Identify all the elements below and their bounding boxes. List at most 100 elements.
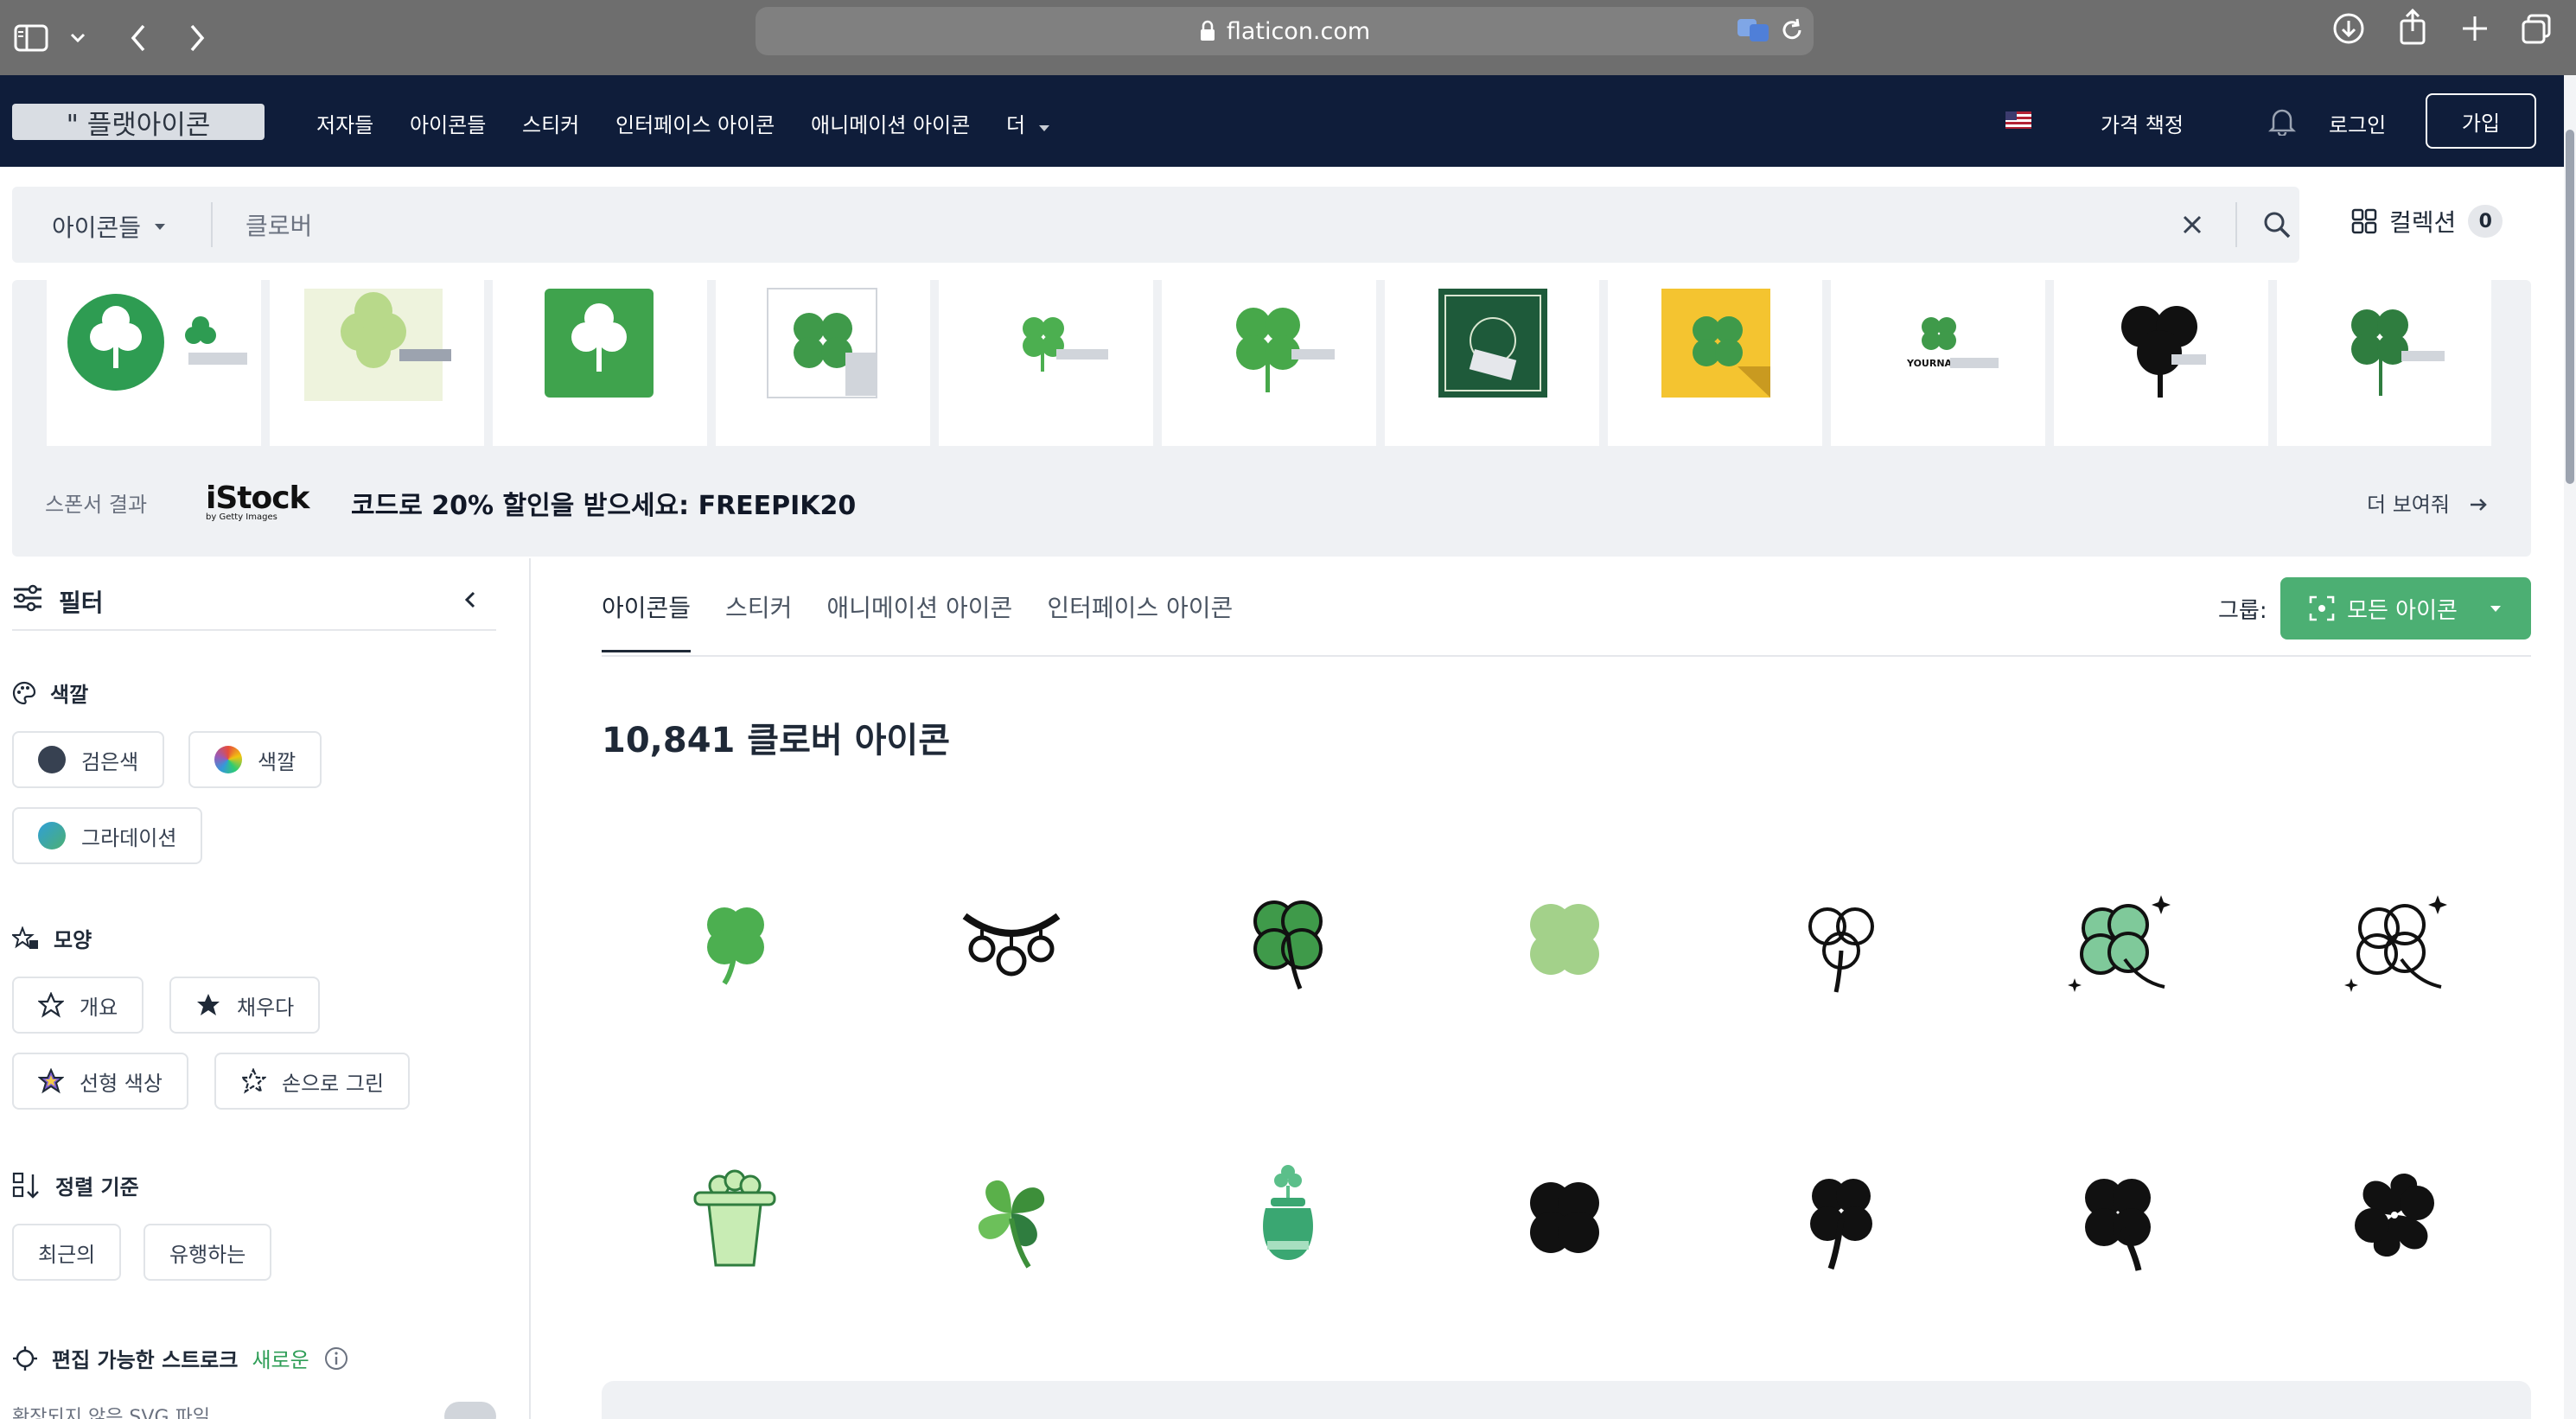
four-leaf-clover-icon[interactable] <box>1227 881 1349 1002</box>
color-black-chip[interactable]: 검은색 <box>12 731 165 788</box>
nav-more-label: 더 <box>1006 113 1026 137</box>
show-more-link[interactable]: 더 보여줘 <box>2367 487 2488 518</box>
star-color-icon <box>38 1068 64 1094</box>
sliders-icon <box>14 584 41 612</box>
back-icon[interactable] <box>112 12 164 64</box>
signup-button[interactable]: 가입 <box>2426 93 2536 149</box>
lock-icon <box>1199 20 1216 42</box>
shamrock-outline-icon[interactable] <box>1781 881 1902 1002</box>
tab-icons[interactable]: 아이콘들 <box>602 589 692 652</box>
caret-down-icon <box>155 224 166 230</box>
sponsor-thumbnail[interactable]: YOURNA <box>1831 280 2045 446</box>
nav-stickers[interactable]: 스티커 <box>522 108 579 138</box>
shape-lineal-color-chip[interactable]: 선형 색상 <box>12 1053 188 1110</box>
scrollbar-thumb[interactable] <box>2566 130 2574 484</box>
nav-icons[interactable]: 아이콘들 <box>410 108 486 138</box>
tabs-icon[interactable] <box>2521 14 2552 45</box>
leprechaun-hat-icon[interactable] <box>674 1158 795 1279</box>
black-heart-clover-icon[interactable] <box>2334 1158 2455 1279</box>
collections-button[interactable]: 컬렉션 0 <box>2351 204 2503 239</box>
sort-recent-label: 최근의 <box>38 1242 96 1267</box>
sort-recent-chip[interactable]: 최근의 <box>12 1224 122 1281</box>
download-icon[interactable] <box>2332 12 2365 45</box>
sponsor-thumbnail[interactable] <box>2054 280 2268 446</box>
nav-interface-icons[interactable]: 인터페이스 아이콘 <box>615 108 775 138</box>
sponsor-thumbnail[interactable] <box>716 280 930 446</box>
nav-animated-icons[interactable]: 애니메이션 아이콘 <box>811 108 970 138</box>
sponsor-thumbnail[interactable] <box>1608 280 1822 446</box>
login-link[interactable]: 로그인 <box>2329 108 2386 138</box>
gradient-swatch <box>38 822 66 849</box>
group-dropdown[interactable]: 모든 아이콘 <box>2280 577 2531 640</box>
search-input[interactable] <box>245 199 2147 251</box>
tab-stickers[interactable]: 스티커 <box>725 589 792 652</box>
tabs-divider <box>602 655 2531 657</box>
reload-icon[interactable] <box>1779 17 1805 43</box>
site-header: " 플랫아이콘 저자들 아이콘들 스티커 인터페이스 아이콘 애니메이션 아이콘… <box>0 75 2564 167</box>
clover-icon[interactable] <box>674 881 795 1002</box>
sponsor-thumbnail[interactable] <box>1162 280 1376 446</box>
color-black-label: 검은색 <box>81 749 139 774</box>
sort-section-title: 정렬 기준 <box>12 1170 139 1200</box>
palette-icon <box>12 681 36 704</box>
nav-authors[interactable]: 저자들 <box>316 108 373 138</box>
sparkle-clover-icon[interactable] <box>2057 881 2178 1002</box>
stroke-section-label: 편집 가능한 스트로크 <box>52 1348 239 1372</box>
search-icon[interactable] <box>2256 204 2298 245</box>
arrow-right-icon <box>2470 499 2487 511</box>
sponsor-thumbnail[interactable] <box>2277 280 2491 446</box>
sort-popular-label: 유행하는 <box>169 1242 246 1267</box>
info-icon[interactable] <box>323 1346 349 1371</box>
filter-sidebar: 필터 색깔 검은색 색깔 그라데이션 모양 개요 채우다 선형 색상 손으로 그… <box>0 558 531 1419</box>
sponsor-thumbnail[interactable] <box>493 280 707 446</box>
star-filled-icon <box>197 994 220 1015</box>
light-clover-icon[interactable] <box>1504 881 1625 1002</box>
new-tab-icon[interactable] <box>2460 14 2490 43</box>
tab-animated-icons[interactable]: 애니메이션 아이콘 <box>826 589 1012 652</box>
address-bar[interactable]: flaticon.com <box>756 7 1814 55</box>
color-colored-chip[interactable]: 색깔 <box>188 731 322 788</box>
translate-icon[interactable] <box>1736 16 1772 43</box>
shape-fill-chip[interactable]: 채우다 <box>169 977 321 1034</box>
nav-pricing[interactable]: 가격 책정 <box>2101 108 2184 138</box>
shapes-icon <box>12 926 38 949</box>
bell-icon[interactable] <box>2267 106 2297 139</box>
sponsor-thumbnail[interactable] <box>939 280 1153 446</box>
tab-interface-icons[interactable]: 인터페이스 아이콘 <box>1047 589 1233 652</box>
search-divider-2 <box>2235 202 2237 247</box>
caret-down-icon <box>1038 125 1049 131</box>
forward-icon[interactable] <box>171 12 223 64</box>
shape-hand-drawn-chip[interactable]: 손으로 그린 <box>214 1053 411 1110</box>
black-clover-stem-icon[interactable] <box>1781 1158 1902 1279</box>
shape-section-label: 모양 <box>54 928 92 952</box>
sponsor-thumbnail[interactable] <box>47 280 261 446</box>
sort-popular-chip[interactable]: 유행하는 <box>143 1224 272 1281</box>
shape-section-title: 모양 <box>12 923 92 953</box>
sparkle-clover-outline-icon[interactable] <box>2334 881 2455 1002</box>
color-gradient-chip[interactable]: 그라데이션 <box>12 807 203 864</box>
us-flag-icon[interactable] <box>2005 111 2031 132</box>
search-type-dropdown[interactable]: 아이콘들 <box>52 209 167 244</box>
sidebar-icon[interactable] <box>5 12 57 64</box>
share-icon[interactable] <box>2398 9 2427 45</box>
shape-outline-chip[interactable]: 개요 <box>12 977 144 1034</box>
sponsor-thumbnail[interactable] <box>270 280 484 446</box>
show-more-label: 더 보여줘 <box>2367 493 2450 517</box>
url-text: flaticon.com <box>1226 17 1371 45</box>
collapse-sidebar-icon[interactable] <box>463 589 477 614</box>
pot-of-gold-icon[interactable] <box>1227 1158 1349 1279</box>
svg-toggle[interactable] <box>444 1402 496 1419</box>
clover-gradient-icon[interactable] <box>951 1158 1072 1279</box>
bottom-banner <box>602 1381 2531 1419</box>
nav-more[interactable]: 더 <box>1006 108 1051 138</box>
black-clover-icon[interactable] <box>1504 1158 1625 1279</box>
chevron-down-icon[interactable] <box>52 12 104 64</box>
promo-text: 코드로 20% 할인을 받으세요: FREEPIK20 <box>351 491 857 521</box>
clear-search-icon[interactable] <box>2173 206 2211 244</box>
sponsor-thumbnail[interactable] <box>1385 280 1599 446</box>
istock-logo[interactable]: iStock by Getty Images <box>206 480 309 522</box>
shape-outline-label: 개요 <box>80 995 118 1020</box>
site-logo[interactable]: " 플랫아이콘 <box>12 104 265 141</box>
clover-garland-icon[interactable] <box>951 881 1072 1002</box>
black-clover-curved-icon[interactable] <box>2057 1158 2178 1279</box>
